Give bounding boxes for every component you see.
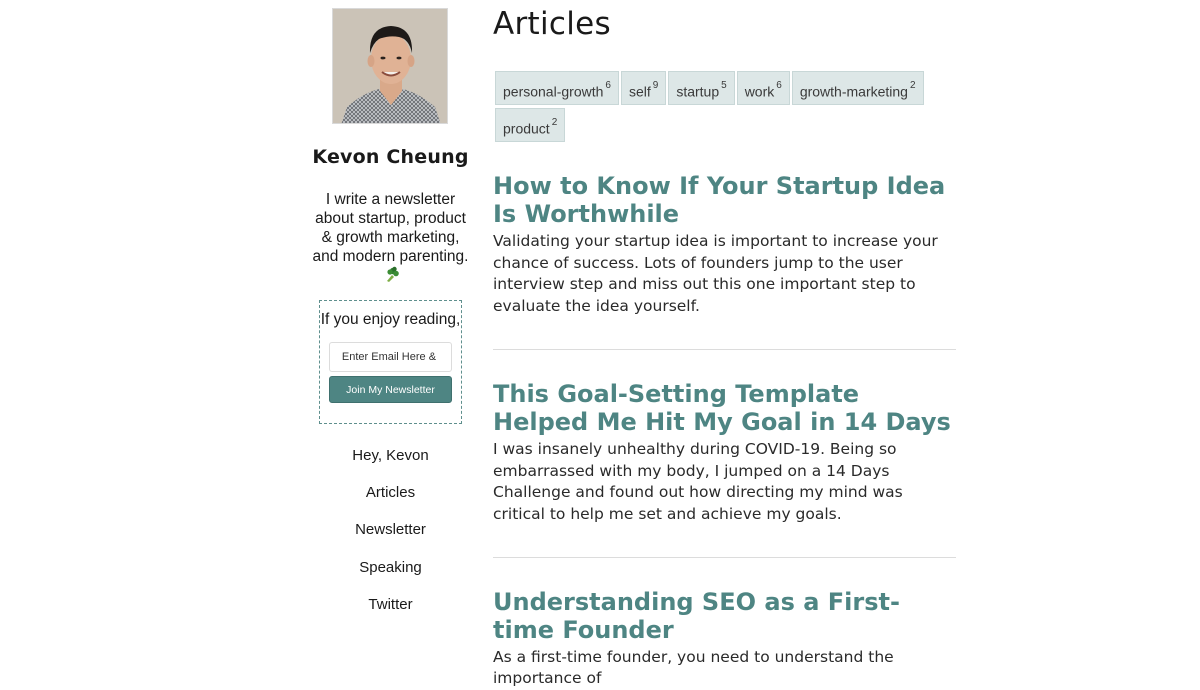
author-name: Kevon Cheung <box>312 146 469 168</box>
tag-product[interactable]: product 2 <box>495 108 566 142</box>
nav-item-articles[interactable]: Articles <box>312 483 469 520</box>
tag-label: growth-marketing <box>799 83 908 100</box>
nav-item-newsletter[interactable]: Newsletter <box>312 520 469 557</box>
article-title[interactable]: Understanding SEO as a First-time Founde… <box>493 588 956 644</box>
tag-personal-growth[interactable]: personal-growth 6 <box>495 71 619 105</box>
tag-count: 2 <box>551 117 558 128</box>
avatar-photo <box>333 9 447 123</box>
tag-count: 9 <box>652 80 659 91</box>
tag-count: 2 <box>909 80 916 91</box>
article-item: Understanding SEO as a First-time Founde… <box>493 588 956 690</box>
page-title: Articles <box>493 6 611 42</box>
nav-item-speaking[interactable]: Speaking <box>312 558 469 595</box>
broccoli-icon <box>383 266 399 282</box>
tag-label: startup <box>676 83 720 100</box>
tag-list: personal-growth 6 self 9 startup 5 work 6 growth… <box>495 71 935 145</box>
main-content: Articles personal-growth 6 self 9 startup 5 wo… <box>493 0 956 690</box>
tag-count: 6 <box>605 80 611 91</box>
tag-label: self <box>628 83 651 100</box>
newsletter-signup-heading: If you enjoy reading, <box>320 311 461 328</box>
article-excerpt: I was insanely unhealthy during COVID-19… <box>493 439 903 523</box>
article-excerpt: Validating your startup idea is importan… <box>493 232 938 316</box>
tag-startup[interactable]: startup 5 <box>668 71 735 105</box>
email-input[interactable] <box>329 342 452 372</box>
nav-item-twitter[interactable]: Twitter <box>312 595 469 632</box>
tag-count: 6 <box>776 80 782 91</box>
tag-label: personal-growth <box>503 83 604 100</box>
article-excerpt: As a first-time founder, you need to und… <box>493 647 894 688</box>
avatar[interactable] <box>332 8 448 124</box>
article-item: This Goal-Setting Template Helped Me Hit… <box>493 380 956 558</box>
article-title[interactable]: How to Know If Your Startup Idea Is Wort… <box>493 172 956 228</box>
sidebar-nav: Hey, Kevon Articles Newsletter Speaking … <box>312 446 469 632</box>
author-bio: I write a newsletter about startup, prod… <box>312 190 469 285</box>
tag-label: work <box>744 83 775 100</box>
article-item: How to Know If Your Startup Idea Is Wort… <box>493 172 956 350</box>
tag-self[interactable]: self 9 <box>620 71 667 105</box>
tag-work[interactable]: work 6 <box>736 71 790 105</box>
nav-item-hey-kevon[interactable]: Hey, Kevon <box>312 446 469 483</box>
join-newsletter-button[interactable]: Join My Newsletter <box>329 376 452 403</box>
tag-growth-marketing[interactable]: growth-marketing 2 <box>791 71 924 105</box>
sidebar: Kevon Cheung I write a newsletter about … <box>312 0 469 632</box>
article-title[interactable]: This Goal-Setting Template Helped Me Hit… <box>493 380 956 436</box>
newsletter-signup-box: If you enjoy reading, Join My Newsletter <box>319 300 462 424</box>
tag-count: 5 <box>721 80 727 91</box>
tag-label: product <box>503 120 550 137</box>
author-bio-text: I write a newsletter about startup, prod… <box>312 191 469 265</box>
